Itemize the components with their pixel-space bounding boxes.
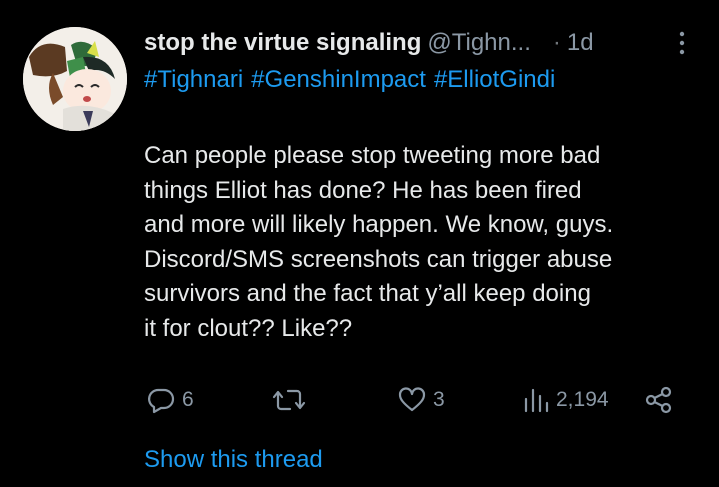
user-handle[interactable]: @Tighn... — [427, 29, 531, 57]
share-button[interactable] — [644, 380, 674, 420]
hashtag-line: #Tighnari #GenshinImpact #ElliotGindi — [144, 63, 563, 97]
retweet-icon — [272, 385, 306, 415]
timestamp[interactable]: 1d — [567, 29, 594, 57]
tweet-body-line: survivors and the fact that y’all keep d… — [144, 280, 591, 307]
share-icon — [644, 385, 674, 415]
hashtag-link[interactable]: #Tighnari — [144, 66, 243, 93]
separator-dot: · — [552, 29, 561, 56]
tweet-header: stop the virtue signaling @Tighn... · 1d — [144, 26, 704, 60]
hashtag-link[interactable]: #ElliotGindi — [434, 66, 555, 93]
reply-bubble-icon — [146, 385, 176, 415]
tweet-body-line: Discord/SMS screenshots can trigger abus… — [144, 245, 613, 273]
view-count: 2,194 — [556, 388, 609, 411]
display-name[interactable]: stop the virtue signaling — [144, 29, 421, 57]
action-bar: 6 3 2,194 — [144, 380, 704, 420]
like-button[interactable]: 3 — [397, 380, 445, 420]
heart-icon — [397, 385, 427, 415]
tweet-body-line: things Elliot has done? He has been fire… — [144, 176, 582, 204]
tweet[interactable]: stop the virtue signaling @Tighn... · 1d… — [0, 0, 719, 487]
avatar[interactable] — [23, 27, 127, 131]
views-button[interactable]: 2,194 — [522, 380, 609, 420]
tweet-body-line: Can people please stop tweeting more bad — [144, 142, 601, 169]
retweet-button[interactable] — [272, 380, 312, 420]
tweet-body-line: it for clout?? Like?? — [144, 314, 353, 342]
like-count: 3 — [433, 388, 445, 411]
reply-count: 6 — [182, 388, 194, 411]
tweet-body: Can people please stop tweeting more bad… — [144, 139, 704, 346]
show-thread-link[interactable]: Show this thread — [144, 446, 323, 474]
tweet-body-line: and more will likely happen. We know, gu… — [144, 211, 614, 238]
more-vertical-icon[interactable] — [670, 29, 694, 57]
reply-button[interactable]: 6 — [146, 380, 194, 420]
hashtag-link[interactable]: #GenshinImpact — [251, 66, 426, 93]
bar-chart-icon — [522, 385, 550, 415]
